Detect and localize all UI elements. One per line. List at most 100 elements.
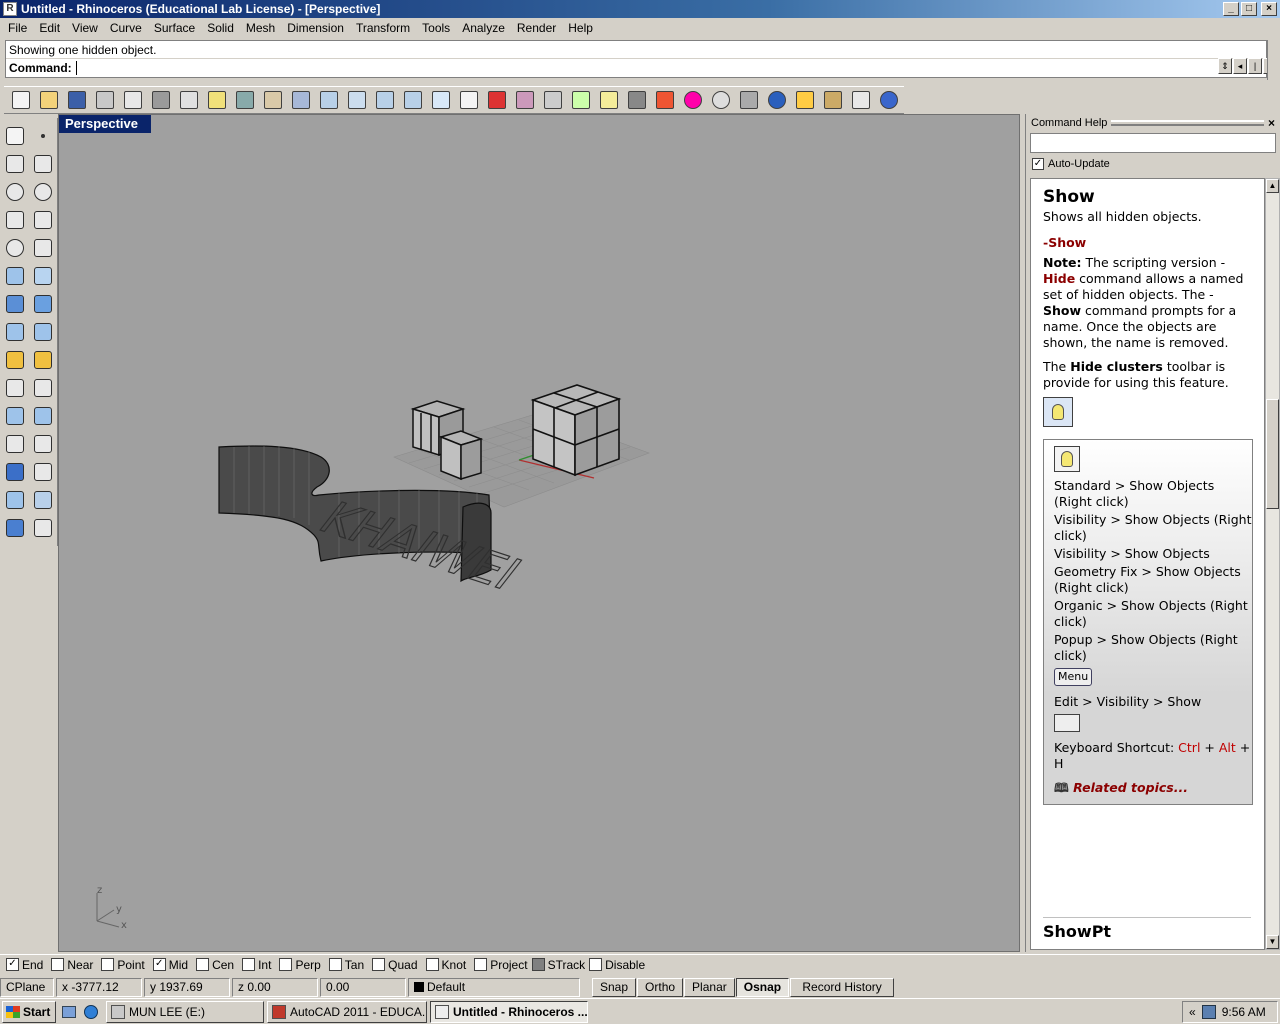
related-topics-link[interactable]: 🕮 Related topics... (1054, 780, 1252, 796)
osnap-checkbox[interactable] (328, 958, 342, 971)
help-search-input[interactable] (1030, 133, 1276, 153)
render-tool-button[interactable] (1, 514, 29, 542)
osnap-near[interactable]: Near (51, 958, 93, 972)
osnap-toggle[interactable]: Osnap (735, 977, 790, 997)
note-hide-link[interactable]: Hide (1043, 271, 1075, 286)
curve-edit-tool-button[interactable] (1, 430, 29, 458)
osnap-checkbox[interactable]: ✓ (6, 958, 19, 971)
render-light-button[interactable] (792, 88, 818, 112)
cut-button[interactable] (148, 88, 174, 112)
zoom-selected-button[interactable] (400, 88, 426, 112)
menu-transform[interactable]: Transform (350, 18, 416, 38)
zoom-extents-button[interactable] (372, 88, 398, 112)
osnap-perp[interactable]: Perp (279, 958, 321, 972)
menu-solid[interactable]: Solid (201, 18, 240, 38)
pan-button[interactable] (260, 88, 286, 112)
paste-button[interactable] (204, 88, 230, 112)
explode-tool-button[interactable] (1, 346, 29, 374)
dimension-tool-button[interactable] (29, 458, 57, 486)
panel-grip[interactable] (1111, 120, 1264, 126)
osnap-cen[interactable]: Cen (196, 958, 234, 972)
import-button[interactable] (120, 88, 146, 112)
ortho-toggle[interactable]: Ortho (637, 977, 684, 997)
osnap-button[interactable] (540, 88, 566, 112)
lock-button[interactable] (624, 88, 650, 112)
osnap-tan[interactable]: Tan (328, 958, 364, 972)
group-tool-button[interactable] (1, 402, 29, 430)
snap-toggle[interactable]: Snap (592, 977, 637, 997)
color-wheel-button[interactable] (680, 88, 706, 112)
menu-mesh[interactable]: Mesh (240, 18, 281, 38)
osnap-strack[interactable]: STrack (531, 958, 585, 972)
command-input[interactable]: Command: (6, 59, 1266, 77)
layers-button[interactable] (652, 88, 678, 112)
record-history-toggle[interactable]: Record History (790, 977, 895, 997)
auto-update-checkbox[interactable]: ✓ (1032, 158, 1044, 170)
sweep-tool-button[interactable] (29, 262, 57, 290)
boolean-tool-button[interactable] (29, 290, 57, 318)
osnap-checkbox[interactable] (531, 958, 545, 971)
maximize-button[interactable]: □ (1241, 2, 1257, 16)
rotate-view-button[interactable] (288, 88, 314, 112)
network-icon[interactable] (1201, 1005, 1216, 1019)
undo-view-button[interactable] (428, 88, 454, 112)
transform-tool-button[interactable] (29, 486, 57, 514)
osnap-knot[interactable]: Knot (425, 958, 466, 972)
history-tool-button[interactable] (29, 514, 57, 542)
osnap-checkbox[interactable] (196, 958, 210, 971)
osnap-end[interactable]: ✓ End (6, 958, 43, 972)
four-viewports-button[interactable] (456, 88, 482, 112)
osnap-checkbox[interactable] (589, 958, 603, 971)
rectangle-tool-button[interactable] (29, 206, 57, 234)
osnap-checkbox[interactable]: ✓ (152, 958, 166, 971)
start-button[interactable]: Start (2, 1000, 56, 1023)
menu-dimension[interactable]: Dimension (281, 18, 350, 38)
cylinder-tool-button[interactable] (1, 318, 29, 346)
car-button[interactable] (484, 88, 510, 112)
undo-button[interactable] (232, 88, 258, 112)
osnap-checkbox[interactable] (242, 958, 256, 971)
osnap-checkbox[interactable] (279, 958, 293, 971)
task-mun-lee-drive[interactable]: MUN LEE (E:) (106, 1000, 264, 1023)
scroll-up-icon[interactable]: ▲ (1266, 179, 1279, 193)
trim-tool-button[interactable] (29, 346, 57, 374)
help-content-pane[interactable]: Show Shows all hidden objects. -Show Not… (1030, 178, 1265, 950)
clock[interactable]: 9:56 AM (1222, 1005, 1266, 1019)
next-command-title[interactable]: ShowPt (1043, 917, 1251, 940)
zoom-window-button[interactable] (316, 88, 342, 112)
surface-tool-button[interactable] (1, 262, 29, 290)
tray-expand-icon[interactable]: « (1189, 1005, 1196, 1019)
osnap-quad[interactable]: Quad (372, 958, 418, 972)
menu-file[interactable]: File (2, 18, 33, 38)
box-tool-button[interactable] (1, 290, 29, 318)
save-button[interactable] (64, 88, 90, 112)
ellipse-tool-button[interactable] (29, 178, 57, 206)
panel-close-icon[interactable]: × (1268, 116, 1280, 130)
scroll-down-icon[interactable]: ▼ (1266, 935, 1279, 949)
task-rhinoceros[interactable]: Untitled - Rhinoceros ... (430, 1000, 588, 1023)
polyline-tool-button[interactable] (1, 150, 29, 178)
analyze-tool-button[interactable] (1, 486, 29, 514)
osnap-checkbox[interactable] (425, 958, 439, 971)
osnap-int[interactable]: Int (242, 958, 271, 972)
curve-points-tool-button[interactable] (29, 150, 57, 178)
help-button[interactable] (876, 88, 902, 112)
menu-help[interactable]: Help (562, 18, 599, 38)
menu-surface[interactable]: Surface (148, 18, 201, 38)
edit-points-tool-button[interactable] (29, 430, 57, 458)
polygon-tool-button[interactable] (1, 234, 29, 262)
help-scrollbar[interactable]: ▲ ▼ (1265, 178, 1280, 950)
minimize-button[interactable]: _ (1223, 2, 1239, 16)
command-splitter-icon[interactable]: | (1248, 58, 1262, 74)
show-command-button-icon[interactable] (1054, 446, 1080, 472)
menu-analyze[interactable]: Analyze (456, 18, 511, 38)
array-tool-button[interactable] (29, 374, 57, 402)
text-tool-button[interactable] (1, 458, 29, 486)
menu-tools[interactable]: Tools (416, 18, 456, 38)
help-dash-command[interactable]: -Show (1043, 235, 1264, 251)
osnap-checkbox[interactable] (101, 958, 115, 971)
task-autocad[interactable]: AutoCAD 2011 - EDUCA... (267, 1000, 427, 1023)
settings-button[interactable] (820, 88, 846, 112)
render-sphere-button[interactable] (764, 88, 790, 112)
zoom-dynamic-button[interactable] (344, 88, 370, 112)
